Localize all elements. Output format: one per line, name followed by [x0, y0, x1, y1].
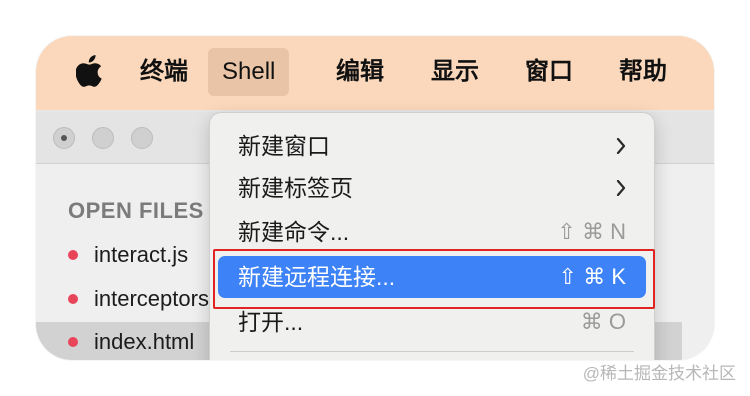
zoom-window-button[interactable]	[131, 127, 153, 149]
menu-separator	[230, 351, 634, 352]
shell-dropdown-menu: 新建窗口 新建标签页 新建命令... ⇧ ⌘ N 新建远程连接... ⇧ ⌘ K…	[209, 112, 655, 360]
unsaved-dot-icon	[68, 337, 78, 347]
file-name: index.html	[94, 329, 195, 354]
chevron-right-icon	[616, 180, 626, 196]
watermark: @稀土掘金技术社区	[582, 364, 736, 383]
menu-item-new-tab[interactable]: 新建标签页	[218, 167, 646, 209]
apple-logo-icon[interactable]	[76, 55, 104, 87]
menu-terminal[interactable]: 终端	[140, 48, 188, 96]
highlight-callout-box	[213, 249, 655, 309]
chevron-right-icon	[616, 138, 626, 154]
menu-window[interactable]: 窗口	[525, 48, 573, 96]
menu-item-new-command[interactable]: 新建命令... ⇧ ⌘ N	[218, 211, 646, 253]
file-name: interact.js	[94, 242, 189, 267]
menu-item-label: 新建标签页	[238, 175, 353, 201]
unsaved-dot-icon	[68, 294, 78, 304]
menu-bar: 终端 Shell 编辑 显示 窗口 帮助	[36, 36, 714, 110]
menu-shell[interactable]: Shell	[208, 48, 290, 96]
menu-view[interactable]: 显示	[431, 48, 479, 96]
menu-item-label: 新建命令...	[238, 219, 350, 245]
menu-edit[interactable]: 编辑	[336, 48, 384, 96]
menu-item-new-window[interactable]: 新建窗口	[218, 125, 646, 167]
shortcut-label: ⇧ ⌘ N	[557, 219, 626, 244]
menu-help[interactable]: 帮助	[619, 48, 667, 96]
minimize-window-button[interactable]	[92, 127, 114, 149]
open-files-heading: OPEN FILES	[68, 198, 204, 223]
menu-item-label: 新建窗口	[238, 133, 330, 159]
unsaved-dot-icon	[68, 250, 78, 260]
close-window-button[interactable]	[53, 127, 75, 149]
screenshot-frame: 终端 Shell 编辑 显示 窗口 帮助 OPEN FILES interact…	[36, 36, 714, 360]
